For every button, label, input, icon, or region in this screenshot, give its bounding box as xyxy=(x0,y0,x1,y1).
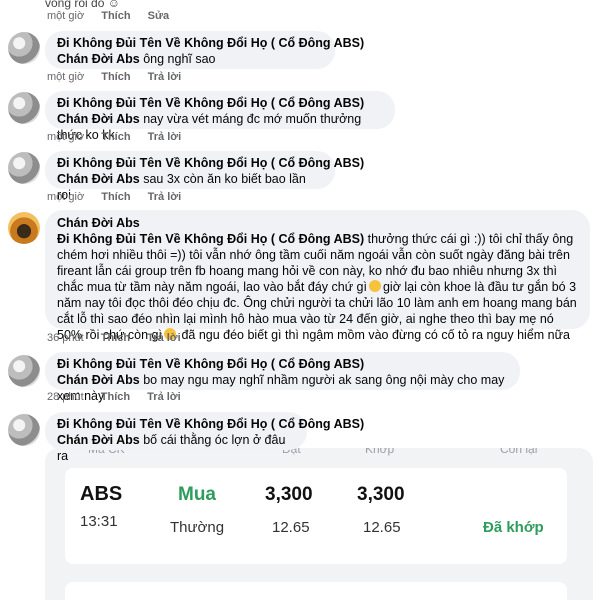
comment-body-part: đã ngu đéo biết gì thì ngậm mồm vào đừng… xyxy=(181,328,570,342)
comment-bubble: Đi Không Đủi Tên Về Không Đổi Họ ( Cổ Đô… xyxy=(45,151,364,202)
comment-author[interactable]: Đi Không Đủi Tên Về Không Đổi Họ ( Cổ Đô… xyxy=(57,416,364,432)
comment-meta: một giờ Thích Trả lời xyxy=(47,131,195,143)
like-link[interactable]: Thích xyxy=(101,131,130,143)
matched-quantity: 3,300 xyxy=(357,484,405,505)
order-time: 13:31 xyxy=(80,513,118,530)
avatar[interactable] xyxy=(8,152,40,184)
comment-author[interactable]: Đi Không Đủi Tên Về Không Đổi Họ ( Cổ Đô… xyxy=(57,35,364,51)
reply-mention[interactable]: Đi Không Đủi Tên Về Không Đổi Họ ( Cổ Đô… xyxy=(57,232,364,246)
comment-time: một giờ xyxy=(47,10,85,22)
reply-mention[interactable]: Chán Đời Abs xyxy=(57,112,140,126)
order-status: Đã khớp xyxy=(483,519,544,536)
reply-mention[interactable]: Chán Đời Abs xyxy=(57,433,140,447)
order-ticker: ABS xyxy=(80,483,123,505)
reply-link[interactable]: Trả lời xyxy=(148,131,182,143)
comment-author[interactable]: Đi Không Đủi Tên Về Không Đổi Họ ( Cổ Đô… xyxy=(57,356,508,372)
column-header: Còn lại xyxy=(500,448,538,456)
edit-link[interactable]: Sửa xyxy=(148,10,169,22)
comment-bubble: Đi Không Đủi Tên Về Không Đổi Họ ( Cổ Đô… xyxy=(45,412,364,463)
comment-time: 28 phút xyxy=(47,391,84,403)
reply-link[interactable]: Trả lời xyxy=(148,71,182,83)
order-price: 12.65 xyxy=(272,519,310,536)
comment-bubble: Đi Không Đủi Tên Về Không Đổi Họ ( Cổ Đô… xyxy=(45,352,520,403)
comment-bubble: Chán Đời Abs Đi Không Đủi Tên Về Không Đ… xyxy=(45,210,590,342)
order-row-card: ABS 13:31 Mua Thường 3,300 12.65 3,300 1… xyxy=(65,468,567,564)
comment-body: ông nghĩ sao xyxy=(143,52,216,66)
reply-mention[interactable]: Chán Đời Abs xyxy=(57,172,140,186)
comment-bubble: Đi Không Đủi Tên Về Không Đổi Họ ( Cổ Đô… xyxy=(45,91,395,142)
attached-order-screenshot[interactable]: Mã CK Đặt Khớp Còn lại ABS 13:31 Mua Thư… xyxy=(45,448,593,600)
reply-mention[interactable]: Chán Đời Abs xyxy=(57,52,140,66)
avatar[interactable] xyxy=(8,355,40,387)
comment-time: một giờ xyxy=(47,191,85,203)
comment-text: Chán Đời Abs ông nghĩ sao xyxy=(57,51,323,67)
comment-author[interactable]: Đi Không Đủi Tên Về Không Đổi Họ ( Cổ Đô… xyxy=(57,155,364,171)
top-comment-meta: một giờ Thích Sửa xyxy=(47,10,183,22)
comment-text: Đi Không Đủi Tên Về Không Đổi Họ ( Cổ Đô… xyxy=(57,231,578,343)
comment-meta: một giờ Thích Trả lời xyxy=(47,191,195,203)
like-link[interactable]: Thích xyxy=(101,191,130,203)
comment-time: một giờ xyxy=(47,71,85,83)
comment-meta: một giờ Thích Trả lời xyxy=(47,71,195,83)
top-comment-strip: vòng rồi đó ☺ xyxy=(45,0,120,10)
like-link[interactable]: Thích xyxy=(101,332,130,344)
order-type: Thường xyxy=(170,519,225,536)
avatar[interactable] xyxy=(8,212,40,244)
like-link[interactable]: Thích xyxy=(101,391,130,403)
avatar[interactable] xyxy=(8,32,40,64)
comment-author[interactable]: Đi Không Đủi Tên Về Không Đổi Họ ( Cổ Đô… xyxy=(57,95,383,111)
comment-meta: 28 phút Thích Trả lời xyxy=(47,391,195,403)
smirk-emoji-icon xyxy=(368,280,381,292)
reply-link[interactable]: Trả lời xyxy=(148,191,182,203)
column-header: Khớp xyxy=(365,448,395,456)
comment-time: một giờ xyxy=(47,131,85,143)
order-side: Mua xyxy=(178,484,216,505)
comment-meta: 36 phút Thích Trả lời xyxy=(47,332,195,344)
avatar[interactable] xyxy=(8,92,40,124)
order-quantity: 3,300 xyxy=(265,484,313,505)
comment-time: 36 phút xyxy=(47,332,84,344)
comment-author[interactable]: Chán Đời Abs xyxy=(57,215,578,231)
comment-text: Chán Đời Abs bố cái thằng óc lợn ở đâu r… xyxy=(57,432,295,464)
reply-link[interactable]: Trả lời xyxy=(147,391,181,403)
reply-link[interactable]: Trả lời xyxy=(147,332,181,344)
like-link[interactable]: Thích xyxy=(101,10,130,22)
matched-price: 12.65 xyxy=(363,519,401,536)
order-row-card xyxy=(65,582,567,600)
avatar[interactable] xyxy=(8,414,40,446)
top-comment-text: vòng rồi đó ☺ xyxy=(45,0,120,10)
like-link[interactable]: Thích xyxy=(101,71,130,83)
comment-bubble: Đi Không Đủi Tên Về Không Đổi Họ ( Cổ Đô… xyxy=(45,31,364,69)
reply-mention[interactable]: Chán Đời Abs xyxy=(57,373,140,387)
